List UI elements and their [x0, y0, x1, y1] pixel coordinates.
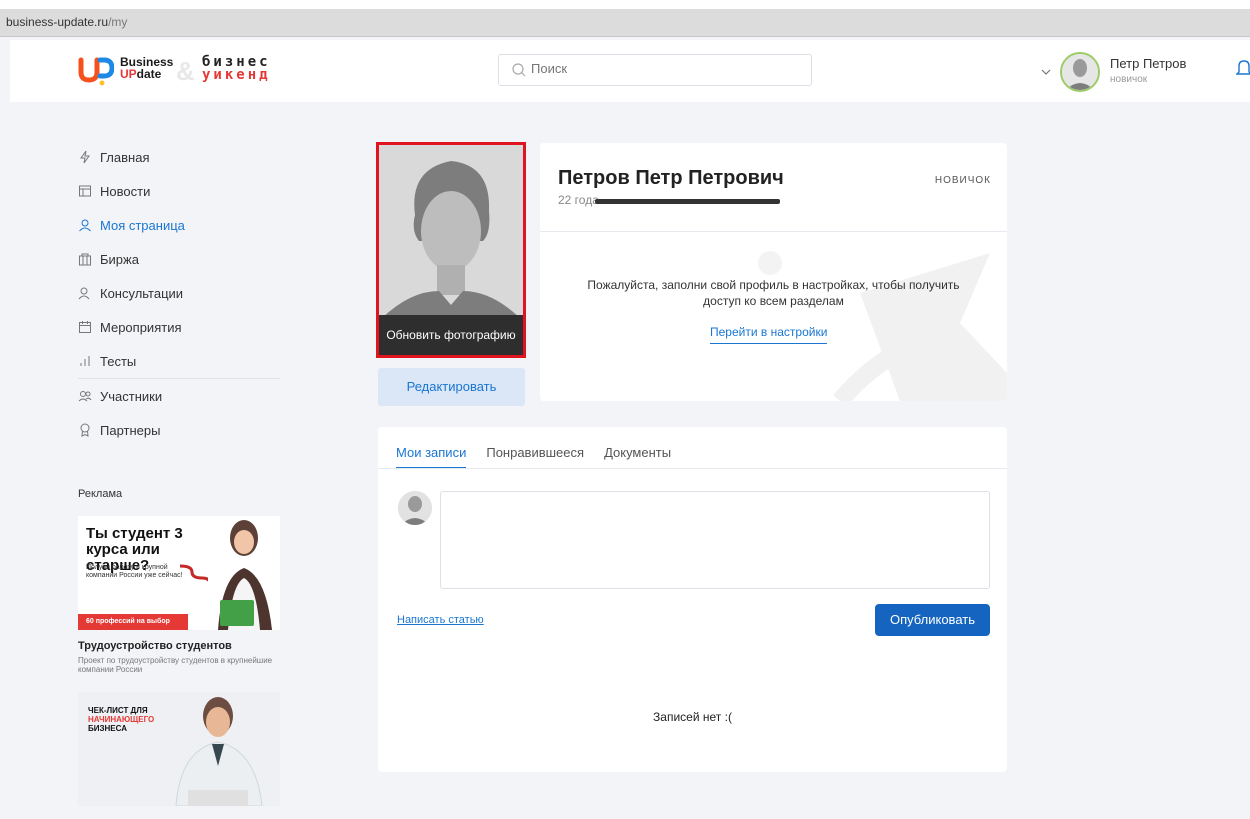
tab-my-posts[interactable]: Мои записи	[396, 445, 467, 469]
ads-title: Реклама	[78, 488, 123, 500]
search-input[interactable]	[531, 61, 791, 76]
site-header: Business UPdate & бизнес уикенд Петр Пет…	[10, 40, 1250, 102]
news-icon	[79, 185, 91, 197]
user-name: Петр Петров	[1110, 56, 1187, 71]
sidebar-item-members[interactable]: Участники	[78, 379, 288, 413]
businessman-image	[158, 692, 280, 806]
search-box[interactable]	[498, 54, 812, 86]
ad2-line3: БИЗНЕСА	[88, 724, 127, 733]
logo-update-text: UPdate	[120, 68, 173, 80]
tab-liked[interactable]: Понравившееся	[486, 445, 584, 469]
empty-posts-message: Записей нет :(	[653, 710, 732, 724]
avatar-silhouette-icon	[1062, 54, 1098, 90]
logo-business-weekend: бизнес уикенд	[202, 55, 271, 83]
calendar-icon	[79, 321, 91, 333]
sidebar-item-label: Участники	[100, 388, 163, 404]
tab-documents[interactable]: Документы	[604, 445, 671, 469]
user-icon	[79, 219, 91, 232]
student-girl-image	[208, 516, 280, 630]
user-menu[interactable]: Петр Петров новичок	[1040, 52, 1240, 92]
chart-icon	[80, 356, 90, 366]
sidebar-item-label: Биржа	[100, 251, 139, 267]
ad1-subline: Получи работу в крупной компании России …	[86, 564, 183, 579]
sidebar-item-home[interactable]: Главная	[78, 140, 288, 174]
publish-button[interactable]: Опубликовать	[875, 604, 990, 636]
bell-icon[interactable]	[1236, 58, 1250, 78]
ad-banner-checklist[interactable]: ЧЕК-ЛИСТ ДЛЯ НАЧИНАЮЩЕГО БИЗНЕСА	[78, 692, 280, 806]
profile-photo[interactable]: Обновить фотографию	[376, 142, 526, 358]
sidebar-item-partners[interactable]: Партнеры	[78, 413, 288, 447]
redacted-email	[595, 199, 780, 204]
avatar-silhouette-icon	[398, 491, 432, 525]
sidebar-item-events[interactable]: Мероприятия	[78, 310, 288, 344]
background-arrow-decoration	[758, 251, 1007, 401]
ad1-description: Проект по трудоустройству студентов в кр…	[78, 656, 273, 674]
site-logo[interactable]: Business UPdate & бизнес уикенд	[78, 54, 288, 90]
avatar[interactable]	[1060, 52, 1100, 92]
logo-bw-line2: уикенд	[202, 67, 271, 83]
search-icon	[512, 63, 526, 77]
profile-divider	[540, 231, 1007, 232]
url-text[interactable]: business-update.ru/my	[6, 15, 127, 29]
sidebar-item-my-page[interactable]: Моя страница	[78, 208, 288, 242]
settings-link[interactable]: Перейти в настройки	[710, 325, 828, 344]
update-photo-button[interactable]: Обновить фотографию	[379, 315, 523, 355]
sidebar-item-label: Новости	[100, 183, 151, 199]
profile-fill-message: Пожалуйста, заполни свой профиль в настр…	[587, 278, 960, 308]
chevron-down-icon[interactable]	[1040, 66, 1052, 78]
ad2-line2: НАЧИНАЮЩЕГО	[88, 715, 155, 724]
exchange-icon	[79, 253, 91, 266]
sidebar-item-label: Консультации	[100, 285, 184, 301]
feed-tabs: Мои записи Понравившееся Документы	[396, 445, 691, 469]
logo-business-update: Business UPdate	[120, 56, 173, 80]
profile-card: Петров Петр Петрович 22 года НОВИЧОК Пож…	[540, 143, 1007, 401]
sidebar-item-label: Тесты	[100, 353, 137, 369]
sidebar-item-label: Главная	[100, 149, 150, 165]
ad1-title[interactable]: Трудоустройство студентов	[78, 640, 232, 652]
sidebar-item-label: Мероприятия	[100, 319, 182, 335]
award-icon	[80, 423, 90, 437]
sidebar-nav: Главная Новости Моя страница Биржа Консу…	[78, 140, 288, 447]
sidebar-item-label: Партнеры	[100, 422, 161, 438]
profile-level: НОВИЧОК	[934, 175, 991, 186]
sidebar-item-consultations[interactable]: Консультации	[78, 276, 288, 310]
logo-up-text: UP	[120, 67, 137, 81]
edit-profile-button[interactable]: Редактировать	[378, 368, 525, 406]
logo-date-text: date	[136, 67, 162, 81]
lightning-icon	[80, 150, 90, 164]
ad1-badge: 60 профессий на выбор	[78, 614, 188, 630]
sidebar-item-exchange[interactable]: Биржа	[78, 242, 288, 276]
ad2-headline: ЧЕК-ЛИСТ ДЛЯ НАЧИНАЮЩЕГО БИЗНЕСА	[88, 706, 158, 733]
tabs-divider	[378, 468, 1007, 469]
consult-icon	[78, 287, 90, 300]
feed-card: Мои записи Понравившееся Документы Напис…	[378, 427, 1007, 772]
post-author-avatar	[398, 491, 432, 525]
users-icon	[78, 391, 92, 402]
logo-ampersand: &	[176, 56, 195, 86]
post-textarea[interactable]	[440, 491, 990, 589]
write-article-link[interactable]: Написать статью	[397, 614, 484, 626]
user-role: новичок	[1110, 74, 1148, 85]
url-strip[interactable]	[0, 9, 1250, 37]
profile-age: 22 года	[558, 193, 599, 207]
sidebar-item-tests[interactable]: Тесты	[78, 344, 288, 378]
browser-url-bar: business-update.ru/my	[0, 0, 1250, 37]
sidebar-item-label: Моя страница	[100, 217, 185, 233]
profile-full-name: Петров Петр Петрович	[558, 167, 784, 189]
url-path: /my	[108, 15, 128, 29]
url-host: business-update.ru	[6, 15, 109, 29]
ad2-line1: ЧЕК-ЛИСТ ДЛЯ	[88, 706, 148, 715]
ad-banner-students[interactable]: Ты студент 3 курса или старше? Получи ра…	[78, 516, 280, 630]
sidebar-item-news[interactable]: Новости	[78, 174, 288, 208]
up-logo-icon	[78, 57, 114, 86]
